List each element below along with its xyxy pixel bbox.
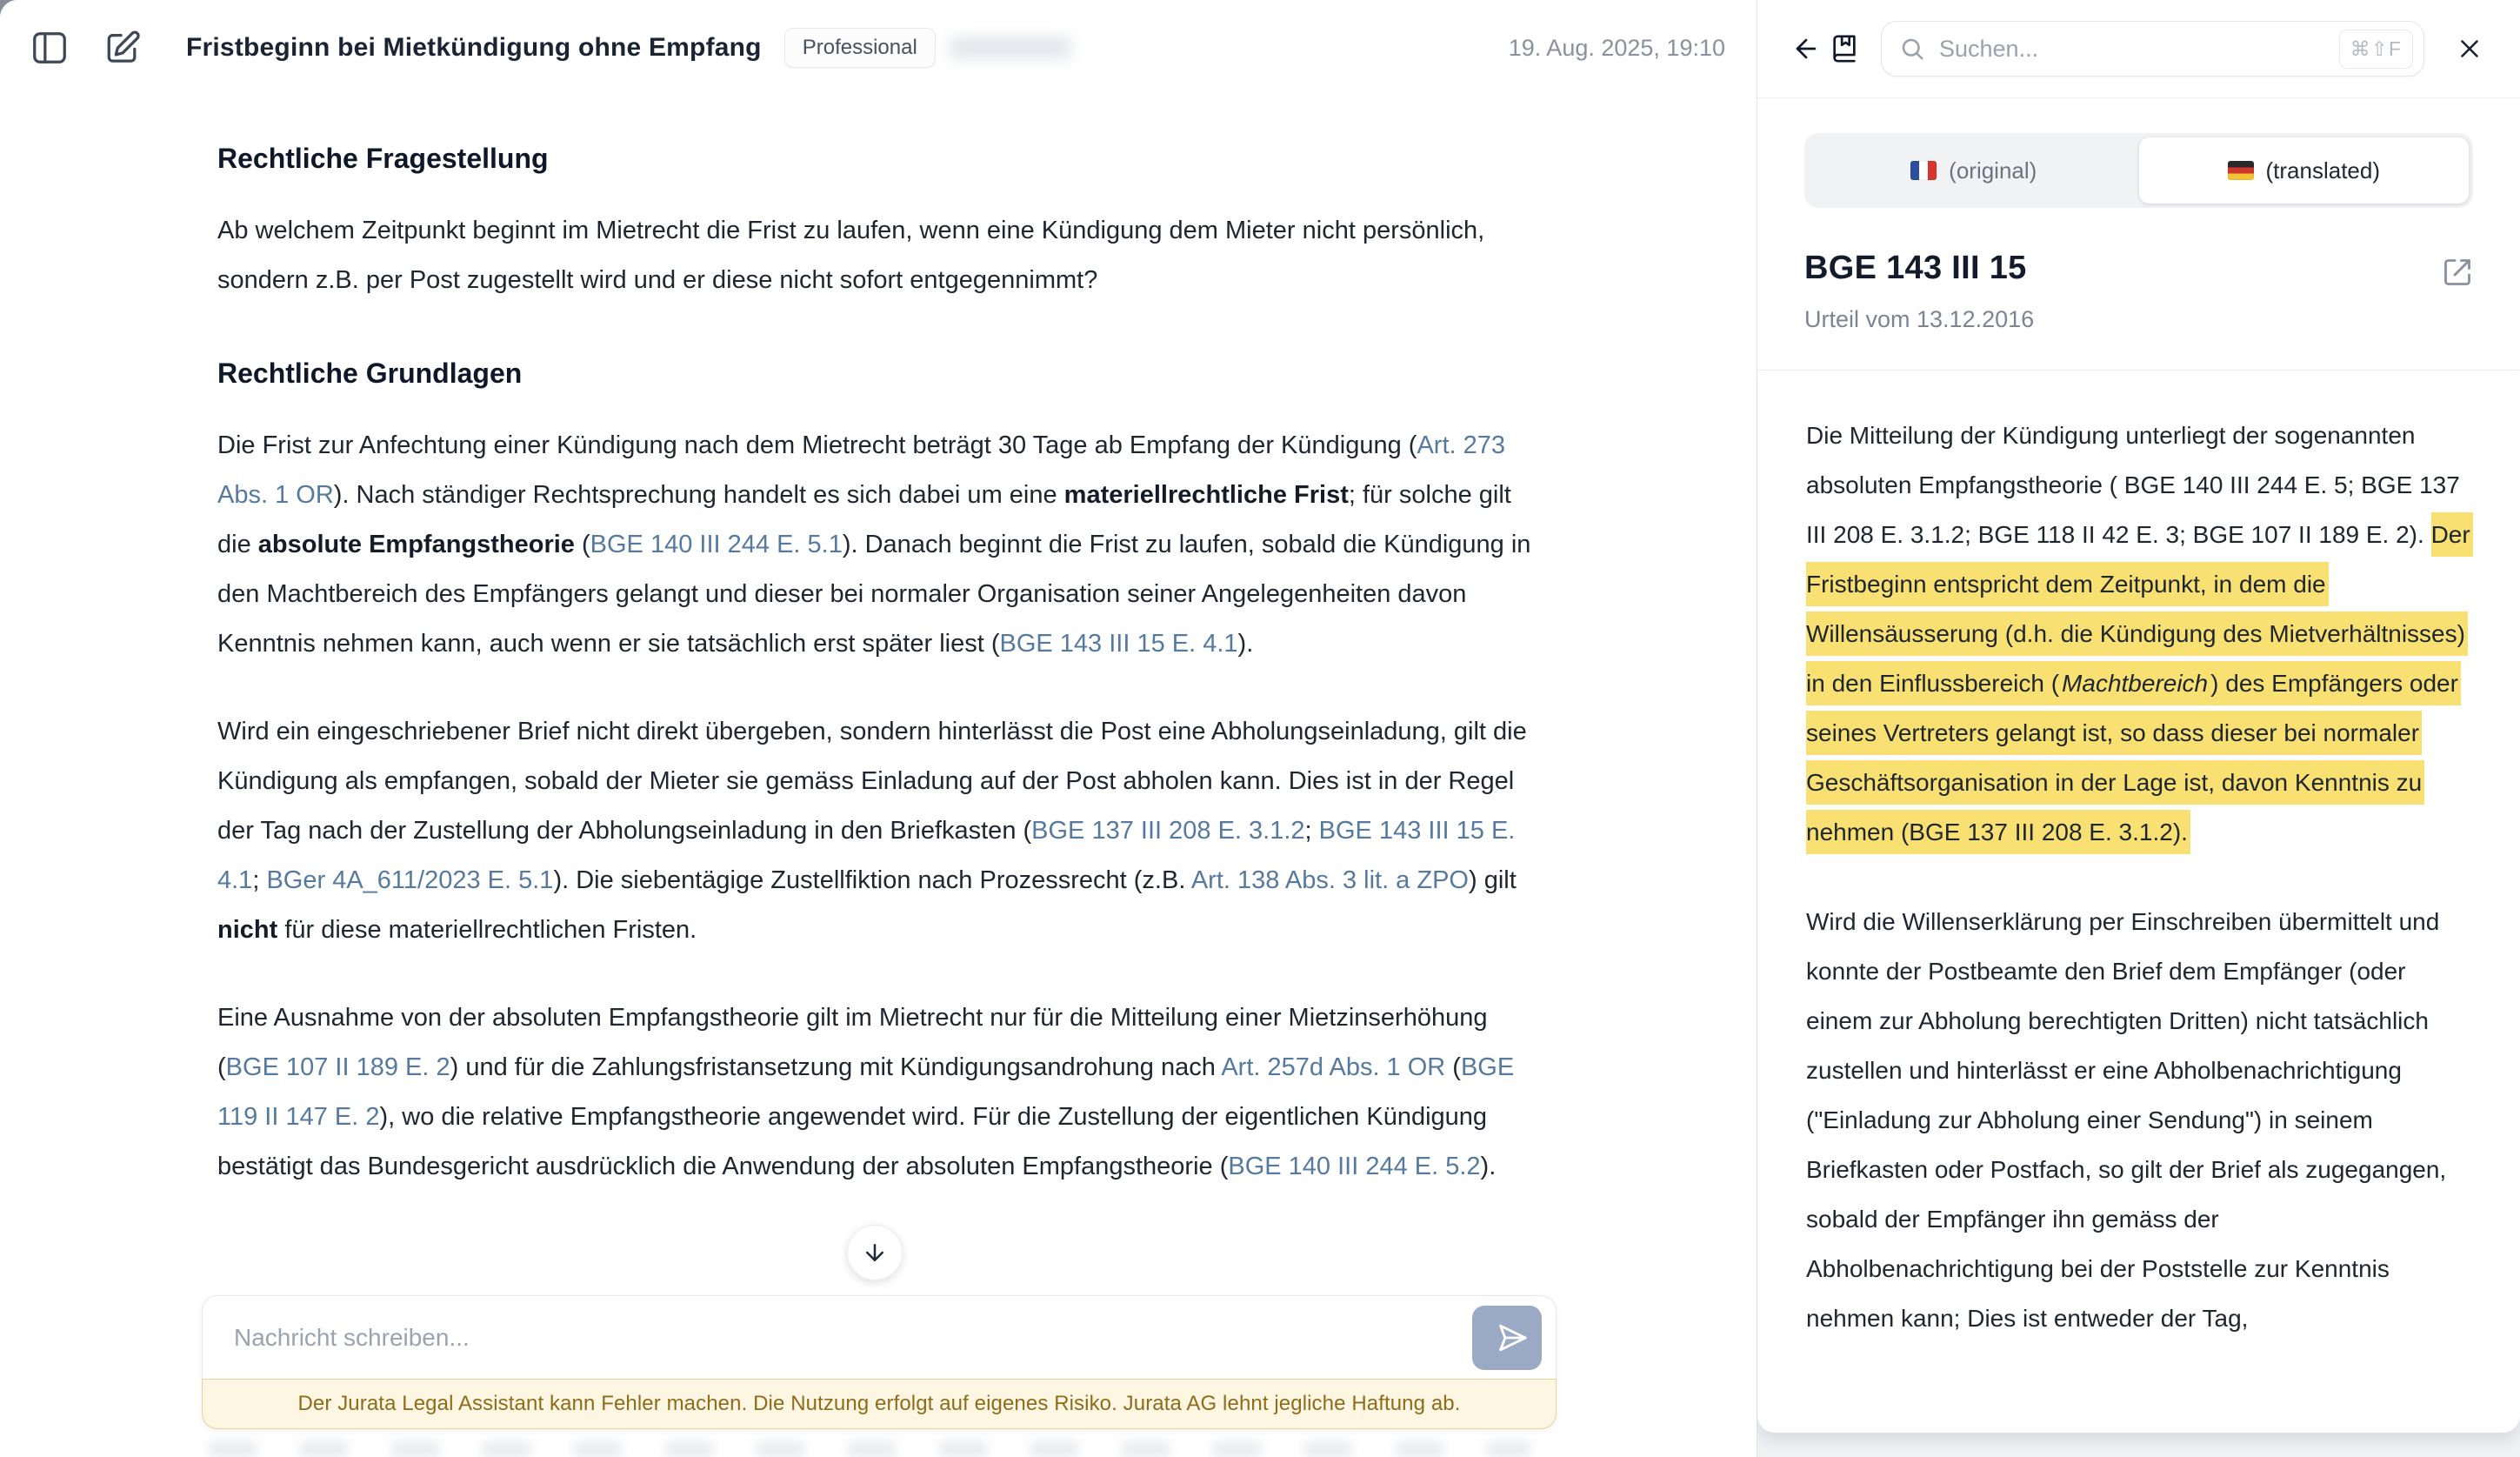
tab-original-label: (original) [1949, 157, 2037, 184]
language-tabs: (original) (translated) [1804, 133, 2473, 208]
conversation-date: 19. Aug. 2025, 19:10 [1509, 35, 1725, 62]
decision-text: Die Mitteilung der Kündigung unterliegt … [1757, 371, 2520, 1433]
flag-germany-icon [2228, 161, 2254, 180]
disclaimer: Der Jurata Legal Assistant kann Fehler m… [202, 1379, 1557, 1429]
section-heading: Rechtliche Fragestellung [217, 134, 1534, 184]
main-header: Fristbeginn bei Mietkündigung ohne Empfa… [0, 0, 1757, 96]
decision-title: BGE 143 III 15 [1804, 250, 2027, 287]
flag-france-icon [1910, 161, 1937, 180]
search-input[interactable]: Suchen... ⌘⇧F [1881, 21, 2424, 77]
paper-plane-icon [1485, 1315, 1530, 1360]
scroll-to-bottom-button[interactable] [847, 1225, 903, 1280]
close-icon[interactable] [2450, 30, 2489, 68]
message-input[interactable]: Nachricht schreiben... [202, 1295, 1557, 1379]
paragraph: Ab welchem Zeitpunkt beginnt im Mietrech… [217, 206, 1534, 305]
citation-link[interactable]: BGE 140 III 244 E. 5.2 [1228, 1153, 1480, 1180]
tab-translated-label: (translated) [2266, 157, 2381, 184]
tab-translated[interactable]: (translated) [2139, 137, 2470, 204]
sidebar-toggle-icon[interactable] [26, 24, 73, 71]
paragraph: Die Mitteilung der Kündigung unterliegt … [1806, 411, 2471, 857]
shortcut-hint: ⌘⇧F [2339, 30, 2413, 69]
redacted-text [950, 37, 1071, 59]
magnifier-icon [1899, 36, 1925, 62]
back-icon[interactable] [1787, 30, 1825, 68]
highlighted-text: Machtbereich [2062, 661, 2210, 705]
external-link-icon[interactable] [2442, 257, 2473, 291]
citation-link[interactable]: BGE 143 III 15 E. 4.1 [999, 630, 1237, 658]
composer: Nachricht schreiben... Der Jurata Legal … [202, 1295, 1557, 1429]
citation-link[interactable]: BGE 140 III 244 E. 5.1 [590, 531, 843, 558]
decision-header: (original) (translated) BGE 143 III 15 U… [1757, 98, 2520, 371]
background-blur [209, 1441, 1530, 1457]
tab-original[interactable]: (original) [1809, 137, 2139, 204]
citation-link[interactable]: BGE 137 III 208 E. 3.1.2 [1031, 817, 1304, 845]
assistant-answer: Rechtliche Fragestellung Ab welchem Zeit… [217, 134, 1534, 1192]
send-button[interactable] [1472, 1306, 1542, 1370]
search-placeholder: Suchen... [1939, 36, 2339, 63]
paragraph: Wird ein eingeschriebener Brief nicht di… [217, 707, 1534, 955]
chat-main: Fristbeginn bei Mietkündigung ohne Empfa… [0, 0, 1757, 1457]
book-bookmark-icon[interactable] [1825, 30, 1863, 68]
section-heading: Rechtliche Grundlagen [217, 349, 1534, 398]
citation-link[interactable]: BGE 107 II 189 E. 2 [226, 1053, 450, 1081]
source-panel: Suchen... ⌘⇧F (original) (translated) BG… [1757, 0, 2520, 1457]
citation-link[interactable]: Art. 138 Abs. 3 lit. a ZPO [1191, 866, 1469, 894]
app-window: Fristbeginn bei Mietkündigung ohne Empfa… [0, 0, 2520, 1457]
arrow-down-icon [862, 1240, 888, 1266]
message-input-placeholder: Nachricht schreiben... [234, 1324, 1472, 1352]
panel-topbar: Suchen... ⌘⇧F [1757, 0, 2520, 98]
decision-date: Urteil vom 13.12.2016 [1804, 306, 2473, 333]
paragraph: Die Frist zur Anfechtung einer Kündigung… [217, 421, 1534, 669]
compose-icon[interactable] [99, 24, 146, 71]
paragraph: Wird die Willenserklärung per Einschreib… [1806, 897, 2471, 1343]
citation-link[interactable]: BGer 4A_611/2023 E. 5.1 [266, 866, 553, 894]
page-title: Fristbeginn bei Mietkündigung ohne Empfa… [186, 33, 762, 63]
paragraph: Eine Ausnahme von der absoluten Empfangs… [217, 993, 1534, 1192]
citation-link[interactable]: Art. 257d Abs. 1 OR [1221, 1053, 1445, 1081]
plan-badge: Professional [784, 28, 936, 68]
